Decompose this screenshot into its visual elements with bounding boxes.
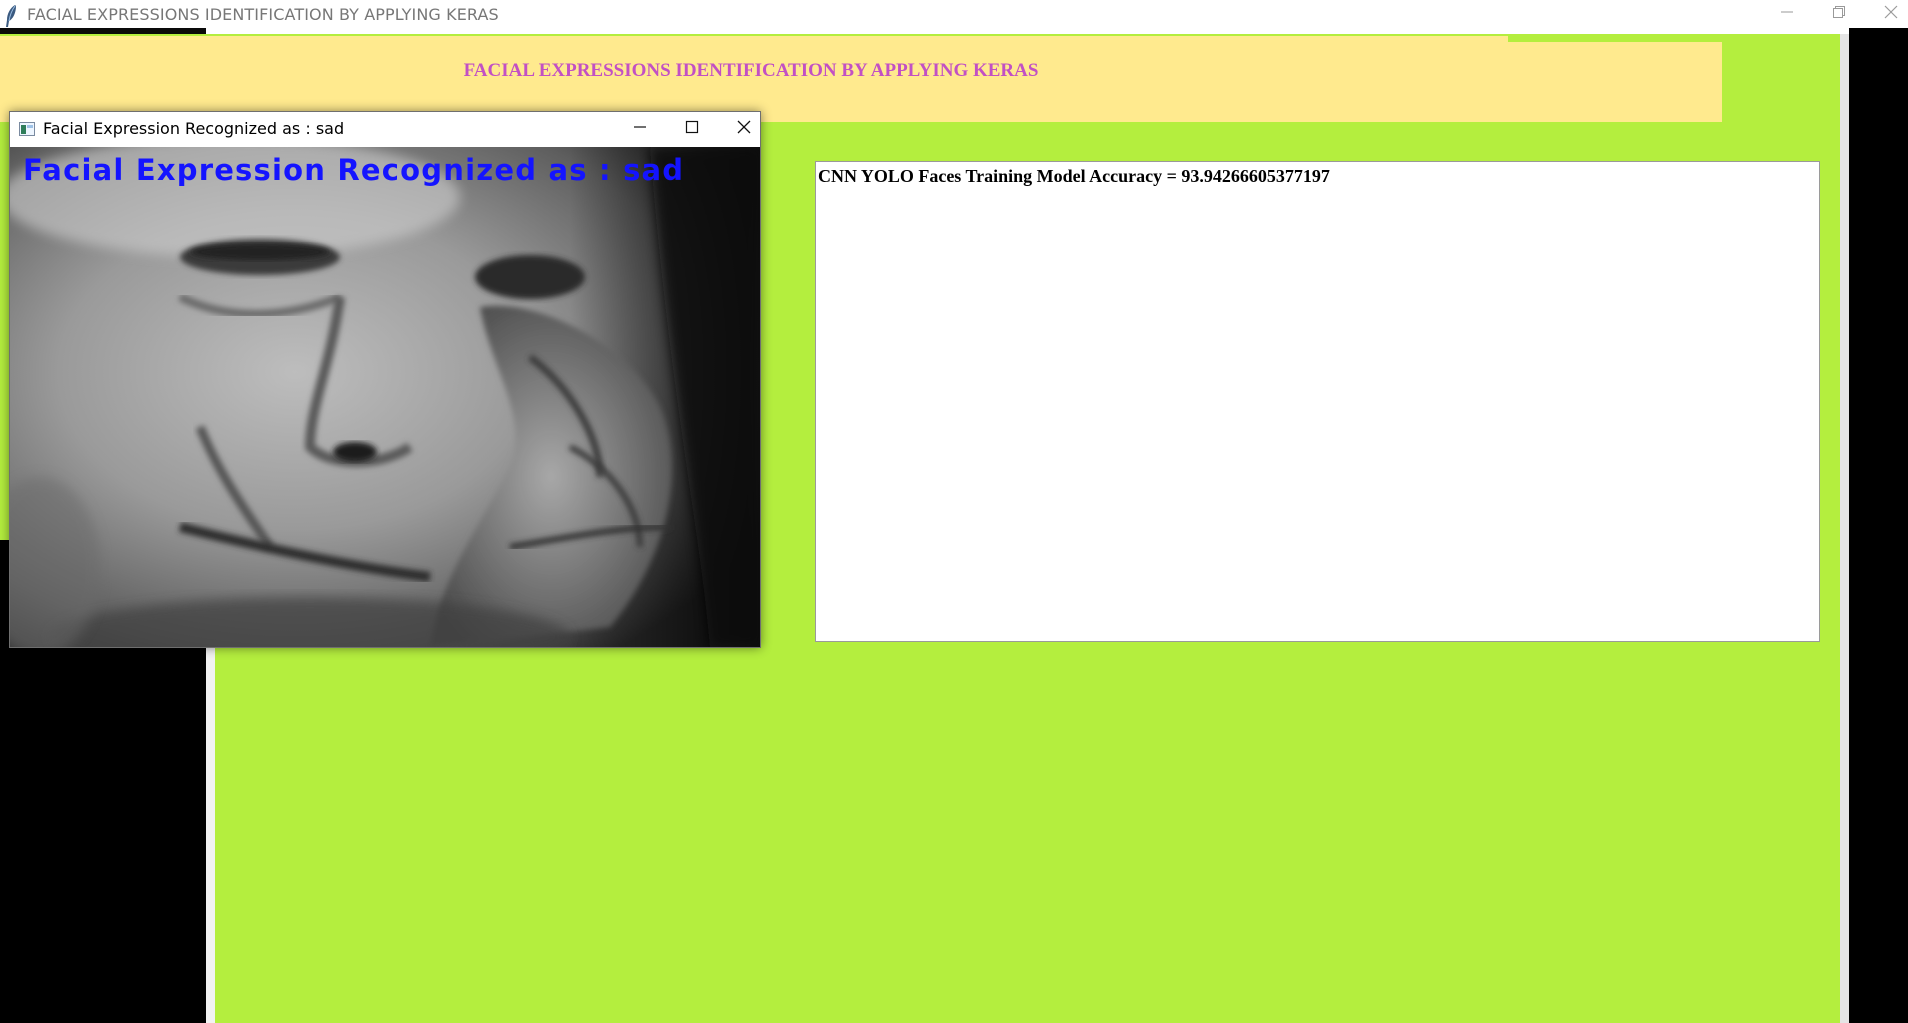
- feather-icon: [4, 4, 18, 28]
- header-banner-notch: [1508, 34, 1722, 42]
- main-window-titlebar[interactable]: FACIAL EXPRESSIONS IDENTIFICATION BY APP…: [0, 0, 1908, 34]
- popup-maximize-button[interactable]: [667, 114, 717, 144]
- header-title: FACIAL EXPRESSIONS IDENTIFICATION BY APP…: [463, 60, 1039, 81]
- main-window-title: FACIAL EXPRESSIONS IDENTIFICATION BY APP…: [27, 5, 499, 24]
- expression-overlay-label: Facial Expression Recognized as : sad: [23, 153, 685, 187]
- popup-title: Facial Expression Recognized as : sad: [43, 119, 345, 138]
- minimize-icon: [633, 120, 647, 139]
- close-icon: [1884, 5, 1898, 24]
- popup-minimize-button[interactable]: [615, 114, 665, 144]
- canvas-right-border: [1840, 34, 1849, 1023]
- main-minimize-button[interactable]: [1762, 0, 1812, 28]
- desktop-screen: FACIAL EXPRESSIONS IDENTIFICATION BY APP…: [0, 0, 1908, 1023]
- result-popup-window[interactable]: Facial Expression Recognized as : sad Fa…: [9, 111, 761, 648]
- recognized-face-image-area: Facial Expression Recognized as : sad: [10, 147, 760, 647]
- minimize-icon: [1780, 5, 1794, 24]
- right-black-area: [1849, 28, 1908, 1023]
- main-close-button[interactable]: [1866, 0, 1908, 28]
- maximize-icon: [685, 120, 699, 139]
- output-text-panel[interactable]: CNN YOLO Faces Training Model Accuracy =…: [815, 161, 1820, 642]
- face-photo: [10, 147, 760, 647]
- popup-close-button[interactable]: [719, 114, 769, 144]
- main-restore-button[interactable]: [1814, 0, 1864, 28]
- close-icon: [737, 120, 751, 139]
- accuracy-text: CNN YOLO Faces Training Model Accuracy =…: [818, 166, 1330, 186]
- app-window-icon: [19, 121, 35, 137]
- restore-icon: [1832, 5, 1846, 24]
- popup-titlebar[interactable]: Facial Expression Recognized as : sad: [10, 112, 760, 147]
